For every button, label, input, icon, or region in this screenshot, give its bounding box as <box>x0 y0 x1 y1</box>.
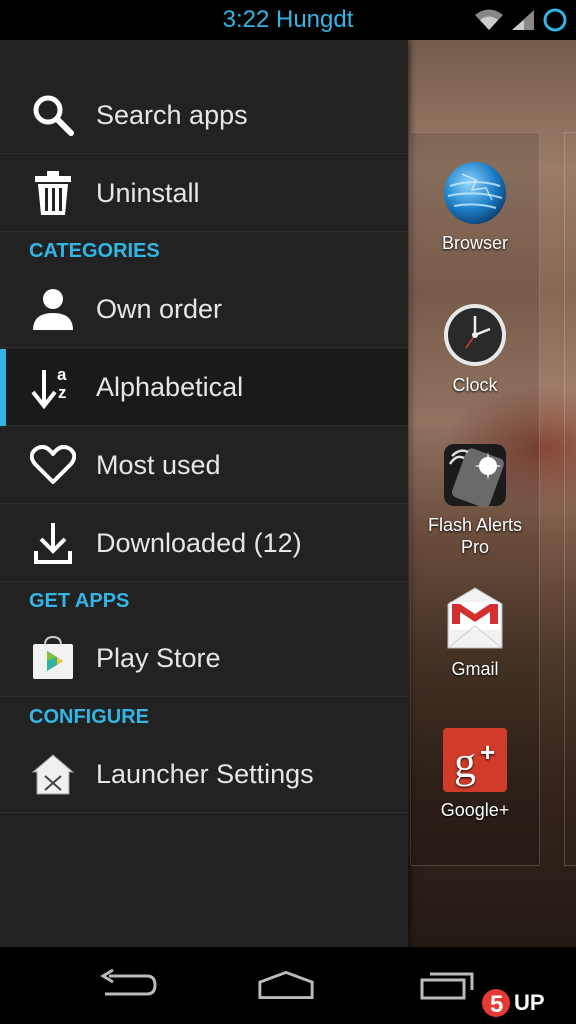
app-label: Gmail <box>451 659 499 679</box>
drawer-item-label: Alphabetical <box>96 371 244 402</box>
section-header-categories: CATEGORIES <box>29 240 160 262</box>
trash-icon <box>30 170 76 216</box>
drawer-item-play-store[interactable]: Play Store <box>0 620 408 697</box>
battery-ring-icon <box>543 8 567 32</box>
app-browser[interactable]: Browser <box>412 160 538 254</box>
wifi-icon <box>475 9 503 30</box>
svg-text:z: z <box>58 383 67 402</box>
app-google-plus[interactable]: g + Google+ <box>412 727 538 821</box>
drawer-item-uninstall[interactable]: Uninstall <box>0 155 408 232</box>
section-header-configure: CONFIGURE <box>29 706 149 728</box>
navigation-drawer: Search apps Uninstall CATEGORIES Own ord… <box>0 40 408 947</box>
drawer-item-own-order[interactable]: Own order <box>0 271 408 348</box>
svg-text:+: + <box>480 737 495 767</box>
back-icon <box>100 968 157 996</box>
flash-alerts-icon <box>442 442 508 508</box>
drawer-item-launcher-settings[interactable]: Launcher Settings <box>0 736 408 813</box>
recent-apps-button[interactable] <box>418 965 478 1005</box>
drawer-item-label: Downloaded (12) <box>96 527 302 558</box>
watermark-logo: 5 UP <box>482 986 572 1020</box>
back-button[interactable] <box>98 965 158 1005</box>
gmail-icon <box>442 586 508 652</box>
drawer-item-label: Play Store <box>96 642 221 673</box>
app-grid-column-next <box>564 132 576 866</box>
recent-apps-icon <box>420 972 474 1000</box>
drawer-item-most-used[interactable]: Most used <box>0 427 408 504</box>
home-icon <box>258 970 314 1000</box>
drawer-item-alphabetical[interactable]: a z Alphabetical <box>0 349 408 426</box>
status-icons <box>474 6 568 34</box>
drawer-item-label: Uninstall <box>96 177 200 208</box>
search-icon <box>30 92 76 138</box>
drawer-item-label: Most used <box>96 449 221 480</box>
status-bar: 3:22 Hungdt <box>0 0 576 40</box>
app-clock[interactable]: Clock <box>412 302 538 396</box>
drawer-item-label: Search apps <box>96 99 248 130</box>
svg-text:UP: UP <box>514 990 545 1015</box>
person-icon <box>30 286 76 332</box>
navigation-bar: 5 UP <box>0 947 576 1024</box>
drawer-item-label: Launcher Settings <box>96 758 314 789</box>
launcher-settings-icon <box>30 751 76 797</box>
clock-icon <box>442 302 508 368</box>
app-label: Flash Alerts Pro <box>427 515 523 557</box>
app-label: Google+ <box>440 800 510 820</box>
drawer-item-label: Own order <box>96 293 223 324</box>
sort-az-icon: a z <box>30 364 76 410</box>
download-icon <box>30 520 76 566</box>
drawer-item-search-apps[interactable]: Search apps <box>0 77 408 154</box>
app-label: Clock <box>452 375 498 395</box>
signal-icon <box>512 10 534 30</box>
app-gmail[interactable]: Gmail <box>412 586 538 680</box>
app-flash-alerts[interactable]: Flash Alerts Pro <box>412 442 538 558</box>
drawer-item-downloaded[interactable]: Downloaded (12) <box>0 505 408 582</box>
play-store-icon <box>30 635 76 681</box>
svg-text:5: 5 <box>490 991 503 1018</box>
heart-icon <box>30 442 76 488</box>
google-plus-icon: g + <box>442 727 508 793</box>
home-button[interactable] <box>256 965 316 1005</box>
svg-text:a: a <box>57 365 67 384</box>
browser-globe-icon <box>442 160 508 226</box>
section-header-get-apps: GET APPS <box>29 590 130 612</box>
app-label: Browser <box>441 233 508 253</box>
svg-text:g: g <box>454 738 476 787</box>
